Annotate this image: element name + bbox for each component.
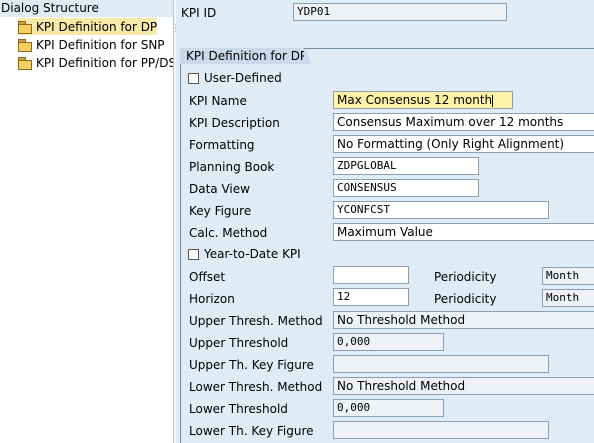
offset-periodicity-label: Periodicity (434, 270, 497, 284)
splitter-grip-icon: · · · (174, 21, 177, 36)
planning-book-label: Planning Book (189, 160, 275, 174)
kpi-name-input[interactable]: Max Consensus 12 month (333, 91, 513, 109)
tree-item-label: KPI Definition for PP/DS (36, 55, 177, 70)
planning-book-input[interactable]: ZDPGLOBAL (333, 157, 479, 175)
kpi-description-input[interactable]: Consensus Maximum over 12 months (333, 113, 594, 131)
dialog-structure-pane: Dialog Structure KPI Definition for DP K… (0, 0, 176, 443)
checkbox-box-icon (188, 72, 199, 84)
key-figure-input[interactable]: YCONFCST (333, 201, 549, 219)
checkbox-box-icon (188, 248, 199, 260)
lower-threshold-input[interactable]: 0,000 (333, 399, 444, 417)
upper-key-figure-input[interactable] (333, 355, 549, 373)
kpi-id-field[interactable]: YDP01 (293, 3, 507, 21)
folder-icon (18, 56, 32, 70)
panel-title-tab: KPI Definition for DP (180, 48, 312, 64)
tree-item-kpi-dp[interactable]: KPI Definition for DP (18, 18, 158, 35)
kpi-description-label: KPI Description (189, 116, 280, 130)
horizon-input[interactable]: 12 (333, 288, 409, 306)
kpi-name-value: Max Consensus 12 month (337, 93, 493, 107)
upper-thresh-method-label: Upper Thresh. Method (189, 314, 323, 328)
tree-item-kpi-snp[interactable]: KPI Definition for SNP (18, 36, 165, 53)
offset-periodicity-field[interactable]: Month (542, 267, 594, 285)
ytd-kpi-label: Year-to-Date KPI (204, 247, 301, 261)
upper-key-figure-label: Upper Th. Key Figure (189, 358, 314, 372)
data-view-input[interactable]: CONSENSUS (333, 179, 479, 197)
kpi-id-label: KPI ID (181, 6, 217, 20)
panel-title: KPI Definition for DP (186, 49, 308, 63)
dialog-structure-title: Dialog Structure (0, 0, 173, 17)
key-figure-label: Key Figure (189, 204, 252, 218)
folder-icon (18, 20, 32, 34)
pane-splitter[interactable]: · · · (173, 0, 177, 443)
dialog-structure-title-text: Dialog Structure (1, 1, 99, 15)
lower-key-figure-input[interactable] (333, 421, 549, 439)
tree-item-kpi-ppds[interactable]: KPI Definition for PP/DS (18, 54, 176, 71)
formatting-label: Formatting (189, 138, 255, 152)
horizon-periodicity-label: Periodicity (434, 292, 497, 306)
text-caret (492, 94, 494, 107)
user-defined-label: User-Defined (204, 71, 282, 85)
lower-thresh-method-label: Lower Thresh. Method (189, 380, 323, 394)
ytd-kpi-checkbox[interactable]: Year-to-Date KPI (188, 246, 301, 262)
tree-item-label: KPI Definition for SNP (36, 37, 165, 52)
offset-label: Offset (189, 270, 226, 284)
lower-key-figure-label: Lower Th. Key Figure (189, 424, 314, 438)
lower-thresh-method-select[interactable]: No Threshold Method (333, 377, 594, 395)
upper-threshold-input[interactable]: 0,000 (333, 333, 444, 351)
horizon-label: Horizon (189, 292, 235, 306)
folder-icon (18, 38, 32, 52)
upper-thresh-method-select[interactable]: No Threshold Method (333, 311, 594, 329)
upper-threshold-label: Upper Threshold (189, 336, 289, 350)
formatting-select[interactable]: No Formatting (Only Right Alignment) (333, 135, 594, 153)
data-view-label: Data View (189, 182, 250, 196)
calc-method-label: Calc. Method (189, 226, 268, 240)
calc-method-select[interactable]: Maximum Value (333, 223, 594, 241)
horizon-periodicity-field[interactable]: Month (542, 289, 594, 307)
lower-threshold-label: Lower Threshold (189, 402, 288, 416)
kpi-name-label: KPI Name (189, 94, 247, 108)
tree-item-label: KPI Definition for DP (36, 19, 158, 34)
user-defined-checkbox[interactable]: User-Defined (188, 70, 282, 86)
offset-input[interactable] (333, 266, 409, 284)
